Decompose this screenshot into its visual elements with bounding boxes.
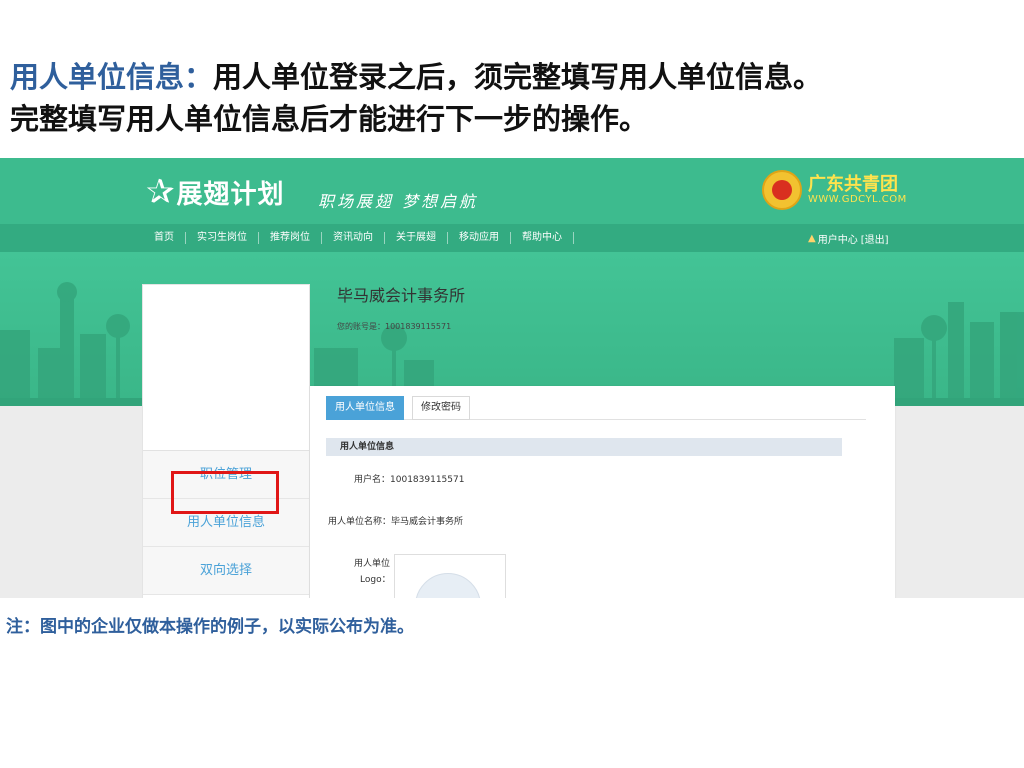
account-number-line: 您的账号是：1001839115571 bbox=[337, 321, 451, 332]
company-name-label: 用人单位名称： bbox=[328, 517, 392, 527]
nav-item-mobile[interactable]: 移动应用 bbox=[448, 232, 511, 244]
brand-name: 广东共青团 bbox=[808, 174, 898, 195]
brand-logo[interactable]: 广东共青团 WWW.GDCYL.COM bbox=[762, 168, 912, 212]
employer-sidebar: 职位管理 用人单位信息 双向选择 bbox=[142, 284, 323, 598]
user-links: ▲ 用户中心 [退出] bbox=[808, 224, 889, 252]
nav-item-recommended[interactable]: 推荐岗位 bbox=[259, 232, 322, 244]
logo-placeholder-icon bbox=[415, 573, 481, 598]
star-logo-icon: ✰ bbox=[146, 172, 175, 212]
brand-url: WWW.GDCYL.COM bbox=[808, 194, 907, 205]
slide-title: 用人单位信息：用人单位登录之后，须完整填写用人单位信息。 完整填写用人单位信息后… bbox=[10, 56, 1010, 140]
logout-link[interactable]: [退出] bbox=[861, 231, 889, 246]
site-header: ✰ 展翅计划 职场展翅 梦想启航 广东共青团 WWW.GDCYL.COM bbox=[0, 158, 1024, 224]
site-logo[interactable]: ✰ 展翅计划 bbox=[146, 172, 285, 212]
company-name-value: 毕马威会计事务所 bbox=[391, 517, 464, 527]
section-title: 用人单位信息 bbox=[326, 438, 842, 456]
employer-info-panel: 用人单位信息 修改密码 用人单位信息 用户名：1001839115571 用人单… bbox=[310, 386, 895, 598]
slide-title-rest: 用人单位登录之后，须完整填写用人单位信息。 bbox=[213, 60, 823, 94]
company-logo-upload[interactable] bbox=[394, 554, 506, 598]
logo-label-line2: Logo： bbox=[360, 575, 391, 585]
company-name-heading: 毕马威会计事务所 bbox=[337, 286, 466, 305]
slide-title-line2: 完整填写用人单位信息后才能进行下一步的操作。 bbox=[10, 102, 649, 136]
red-highlight-annotation bbox=[171, 471, 279, 514]
nav-list: 首页 实习生岗位 推荐岗位 资讯动向 关于展翅 移动应用 帮助中心 bbox=[143, 224, 574, 252]
user-icon: ▲ bbox=[808, 232, 816, 244]
nav-item-home[interactable]: 首页 bbox=[143, 232, 186, 244]
main-nav: 首页 实习生岗位 推荐岗位 资讯动向 关于展翅 移动应用 帮助中心 ▲ 用户中心… bbox=[0, 224, 1024, 252]
nav-item-help[interactable]: 帮助中心 bbox=[511, 232, 574, 244]
username-value: 1001839115571 bbox=[390, 475, 465, 485]
nav-item-news[interactable]: 资讯动向 bbox=[322, 232, 385, 244]
nav-item-internships[interactable]: 实习生岗位 bbox=[186, 232, 259, 244]
slide-title-highlight: 用人单位信息： bbox=[10, 60, 214, 94]
info-tabs: 用人单位信息 修改密码 bbox=[326, 396, 866, 420]
site-logo-text: 展翅计划 bbox=[176, 179, 285, 210]
company-avatar[interactable] bbox=[143, 285, 309, 451]
account-number: 1001839115571 bbox=[385, 322, 452, 331]
logo-label-line1: 用人单位 bbox=[354, 559, 391, 569]
nav-item-about[interactable]: 关于展翅 bbox=[385, 232, 448, 244]
company-name-field: 用人单位名称：毕马威会计事务所 bbox=[328, 514, 463, 527]
site-slogan: 职场展翅 梦想启航 bbox=[318, 192, 479, 211]
user-center-link[interactable]: 用户中心 bbox=[818, 231, 858, 246]
tab-employer-info[interactable]: 用人单位信息 bbox=[326, 396, 404, 420]
username-field: 用户名：1001839115571 bbox=[354, 472, 464, 485]
youth-league-emblem-icon bbox=[762, 170, 802, 210]
sidebar-item-two-way-selection[interactable]: 双向选择 bbox=[143, 547, 309, 595]
slide-note: 注：图中的企业仅做本操作的例子，以实际公布为准。 bbox=[6, 617, 414, 637]
username-label: 用户名： bbox=[354, 475, 391, 485]
website-screenshot: ✰ 展翅计划 职场展翅 梦想启航 广东共青团 WWW.GDCYL.COM 首页 … bbox=[0, 158, 1024, 598]
tab-change-password[interactable]: 修改密码 bbox=[412, 396, 470, 420]
account-label: 您的账号是： bbox=[337, 322, 385, 331]
